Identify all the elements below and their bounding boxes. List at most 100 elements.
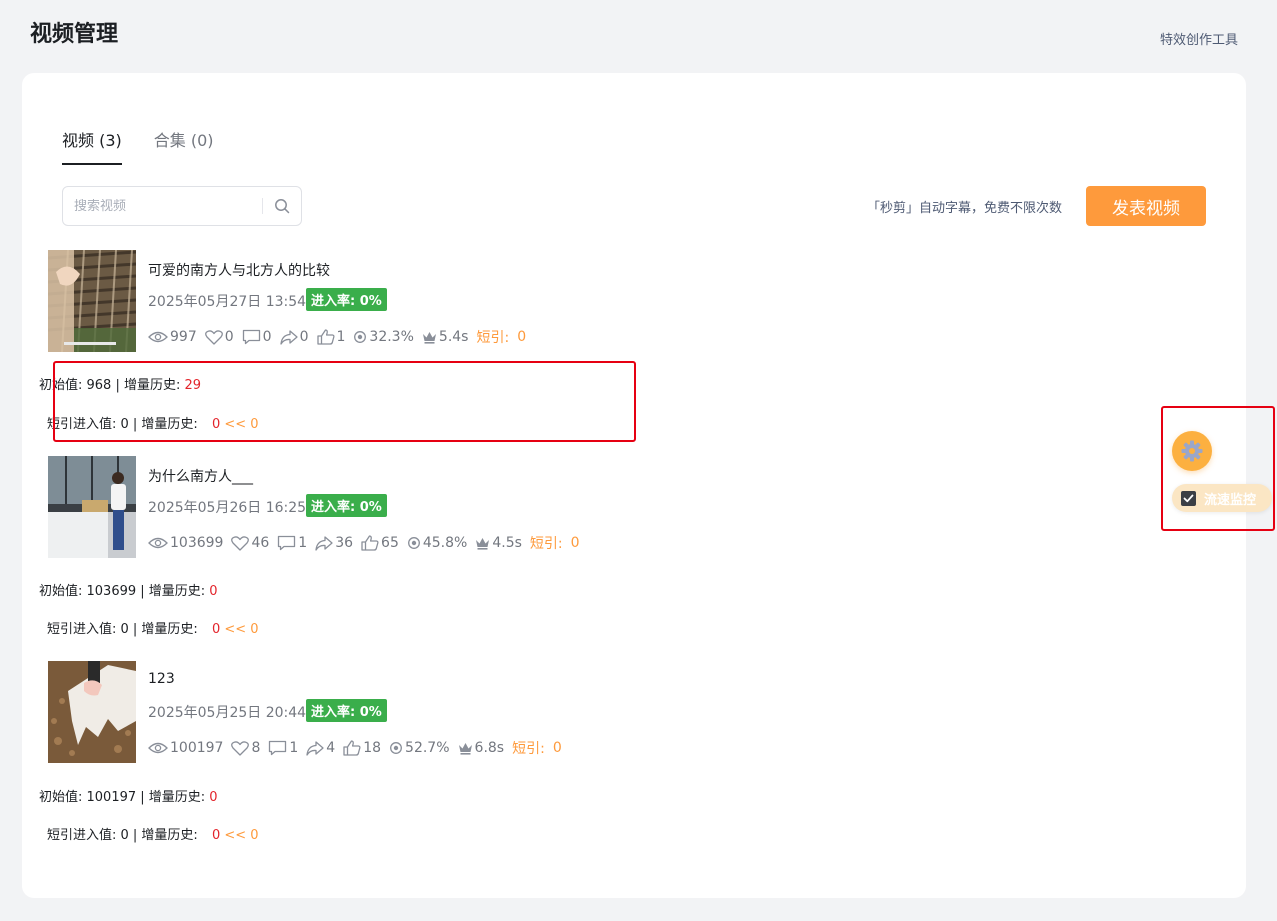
short-entry-value: 0	[211, 622, 221, 637]
heart-icon	[231, 740, 250, 756]
flow-monitor-toggle[interactable]: 流速监控	[1172, 484, 1272, 512]
rate-value: 52.7%	[405, 740, 450, 756]
duration-value: 5.4s	[438, 329, 469, 345]
thumbs-up-icon	[343, 740, 361, 756]
target-icon	[354, 331, 367, 343]
likes-count: 0	[224, 329, 234, 345]
eye-icon	[148, 537, 168, 549]
views-stat: 997	[148, 329, 197, 345]
shares-count: 4	[326, 740, 336, 756]
duration-stat: 5.4s	[422, 329, 469, 345]
video-title[interactable]: 为什么南方人___	[148, 466, 253, 486]
crown-icon	[476, 537, 490, 550]
search-icon[interactable]	[263, 187, 301, 225]
short-stat: 短引: 0	[530, 533, 580, 553]
comment-icon	[242, 329, 260, 345]
comments-count: 1	[289, 740, 299, 756]
video-title[interactable]: 123	[148, 671, 175, 687]
short-label: 短引:	[512, 741, 545, 757]
thumbs-up-icon	[361, 535, 379, 551]
page-title: 视频管理	[30, 22, 119, 47]
video-thumbnail[interactable]	[48, 250, 136, 352]
comment-icon	[278, 535, 296, 551]
views-count: 103699	[170, 535, 224, 551]
share-icon	[315, 535, 333, 551]
effects-tool-link[interactable]: 特效创作工具	[1160, 29, 1238, 48]
crown-icon	[422, 331, 436, 344]
video-date: 2025年05月27日 13:54	[148, 294, 307, 310]
entry-rate-badge: 进入率: 0%	[306, 699, 387, 722]
video-item: 123 2025年05月25日 20:44 进入率: 0% 100197 8 1…	[48, 661, 748, 763]
likes-stat: 0	[204, 329, 234, 345]
eye-icon	[148, 331, 168, 343]
target-icon	[407, 537, 420, 549]
short-entry-value: 0	[211, 828, 221, 843]
thumbs-up-icon	[316, 329, 335, 345]
rate-value: 32.3%	[369, 329, 414, 345]
shares-count: 0	[299, 329, 309, 345]
share-icon	[306, 740, 324, 756]
short-entry-history: << 0	[224, 828, 259, 843]
short-label: 短引:	[476, 330, 510, 346]
views-stat: 100197	[148, 740, 223, 756]
short-value: 0	[570, 535, 580, 551]
eye-icon	[148, 742, 168, 754]
thumbs-count: 65	[381, 535, 399, 551]
thumbs-stat: 18	[343, 740, 381, 756]
likes-count: 46	[251, 535, 270, 551]
shares-stat: 4	[306, 740, 335, 756]
short-label: 短引:	[529, 536, 563, 552]
duration-value: 6.8s	[474, 740, 505, 756]
publish-video-button[interactable]: 发表视频	[1086, 186, 1206, 226]
monitor-checkbox[interactable]	[1181, 490, 1196, 506]
tab-videos[interactable]: 视频 (3)	[62, 127, 122, 165]
heart-icon	[204, 329, 223, 345]
tab-collections[interactable]: 合集 (0)	[154, 127, 214, 165]
rate-stat: 32.3%	[353, 329, 414, 345]
entry-rate-badge: 进入率: 0%	[306, 494, 387, 517]
rate-stat: 52.7%	[389, 740, 450, 756]
thumbs-count: 1	[336, 329, 346, 345]
rate-value: 45.8%	[422, 535, 468, 551]
check-icon	[1183, 494, 1194, 502]
init-label: 初始值: 100197 | 增量历史:	[39, 790, 210, 805]
likes-stat: 8	[231, 740, 260, 756]
duration-stat: 4.5s	[475, 535, 522, 551]
short-entry-line: 短引进入值: 0 | 增量历史: 0 << 0	[47, 618, 259, 637]
highlight-box	[53, 361, 636, 442]
init-line: 初始值: 100197 | 增量历史: 0	[39, 786, 218, 805]
comments-stat: 1	[277, 535, 307, 551]
init-label: 初始值: 103699 | 增量历史:	[39, 584, 210, 599]
shares-stat: 0	[279, 329, 309, 345]
monitor-label: 流速监控	[1204, 492, 1257, 508]
video-item: 为什么南方人___ 2025年05月26日 16:25 进入率: 0% 1036…	[48, 456, 748, 558]
duration-stat: 6.8s	[458, 740, 505, 756]
search-box	[62, 186, 302, 226]
comments-count: 0	[262, 329, 272, 345]
video-date: 2025年05月25日 20:44	[148, 705, 307, 721]
short-entry-history: << 0	[224, 622, 259, 637]
video-stats: 103699 46 1 36 65 45.8% 4.5s 短引: 0	[148, 533, 588, 553]
init-delta: 0	[209, 584, 218, 599]
short-value: 0	[552, 740, 562, 756]
entry-rate-badge: 进入率: 0%	[306, 288, 387, 311]
short-stat: 短引: 0	[512, 738, 562, 758]
thumbs-stat: 65	[361, 535, 399, 551]
init-delta: 0	[209, 790, 218, 805]
init-line: 初始值: 103699 | 增量历史: 0	[39, 580, 218, 599]
short-stat: 短引: 0	[476, 327, 526, 347]
video-thumbnail[interactable]	[48, 456, 136, 558]
target-icon	[390, 742, 402, 754]
settings-button[interactable]	[1172, 431, 1212, 471]
duration-value: 4.5s	[492, 535, 522, 551]
tab-bar: 视频 (3) 合集 (0)	[62, 127, 214, 165]
views-count: 997	[170, 329, 197, 345]
video-thumbnail[interactable]	[48, 661, 136, 763]
video-title[interactable]: 可爱的南方人与北方人的比较	[148, 260, 330, 280]
promo-text[interactable]: 「秒剪」自动字幕，免费不限次数	[867, 197, 1062, 216]
heart-icon	[231, 535, 250, 551]
short-entry-label: 短引进入值: 0 | 增量历史:	[47, 828, 198, 843]
search-input[interactable]	[63, 198, 262, 214]
comments-stat: 1	[268, 740, 298, 756]
thumbs-stat: 1	[316, 329, 346, 345]
